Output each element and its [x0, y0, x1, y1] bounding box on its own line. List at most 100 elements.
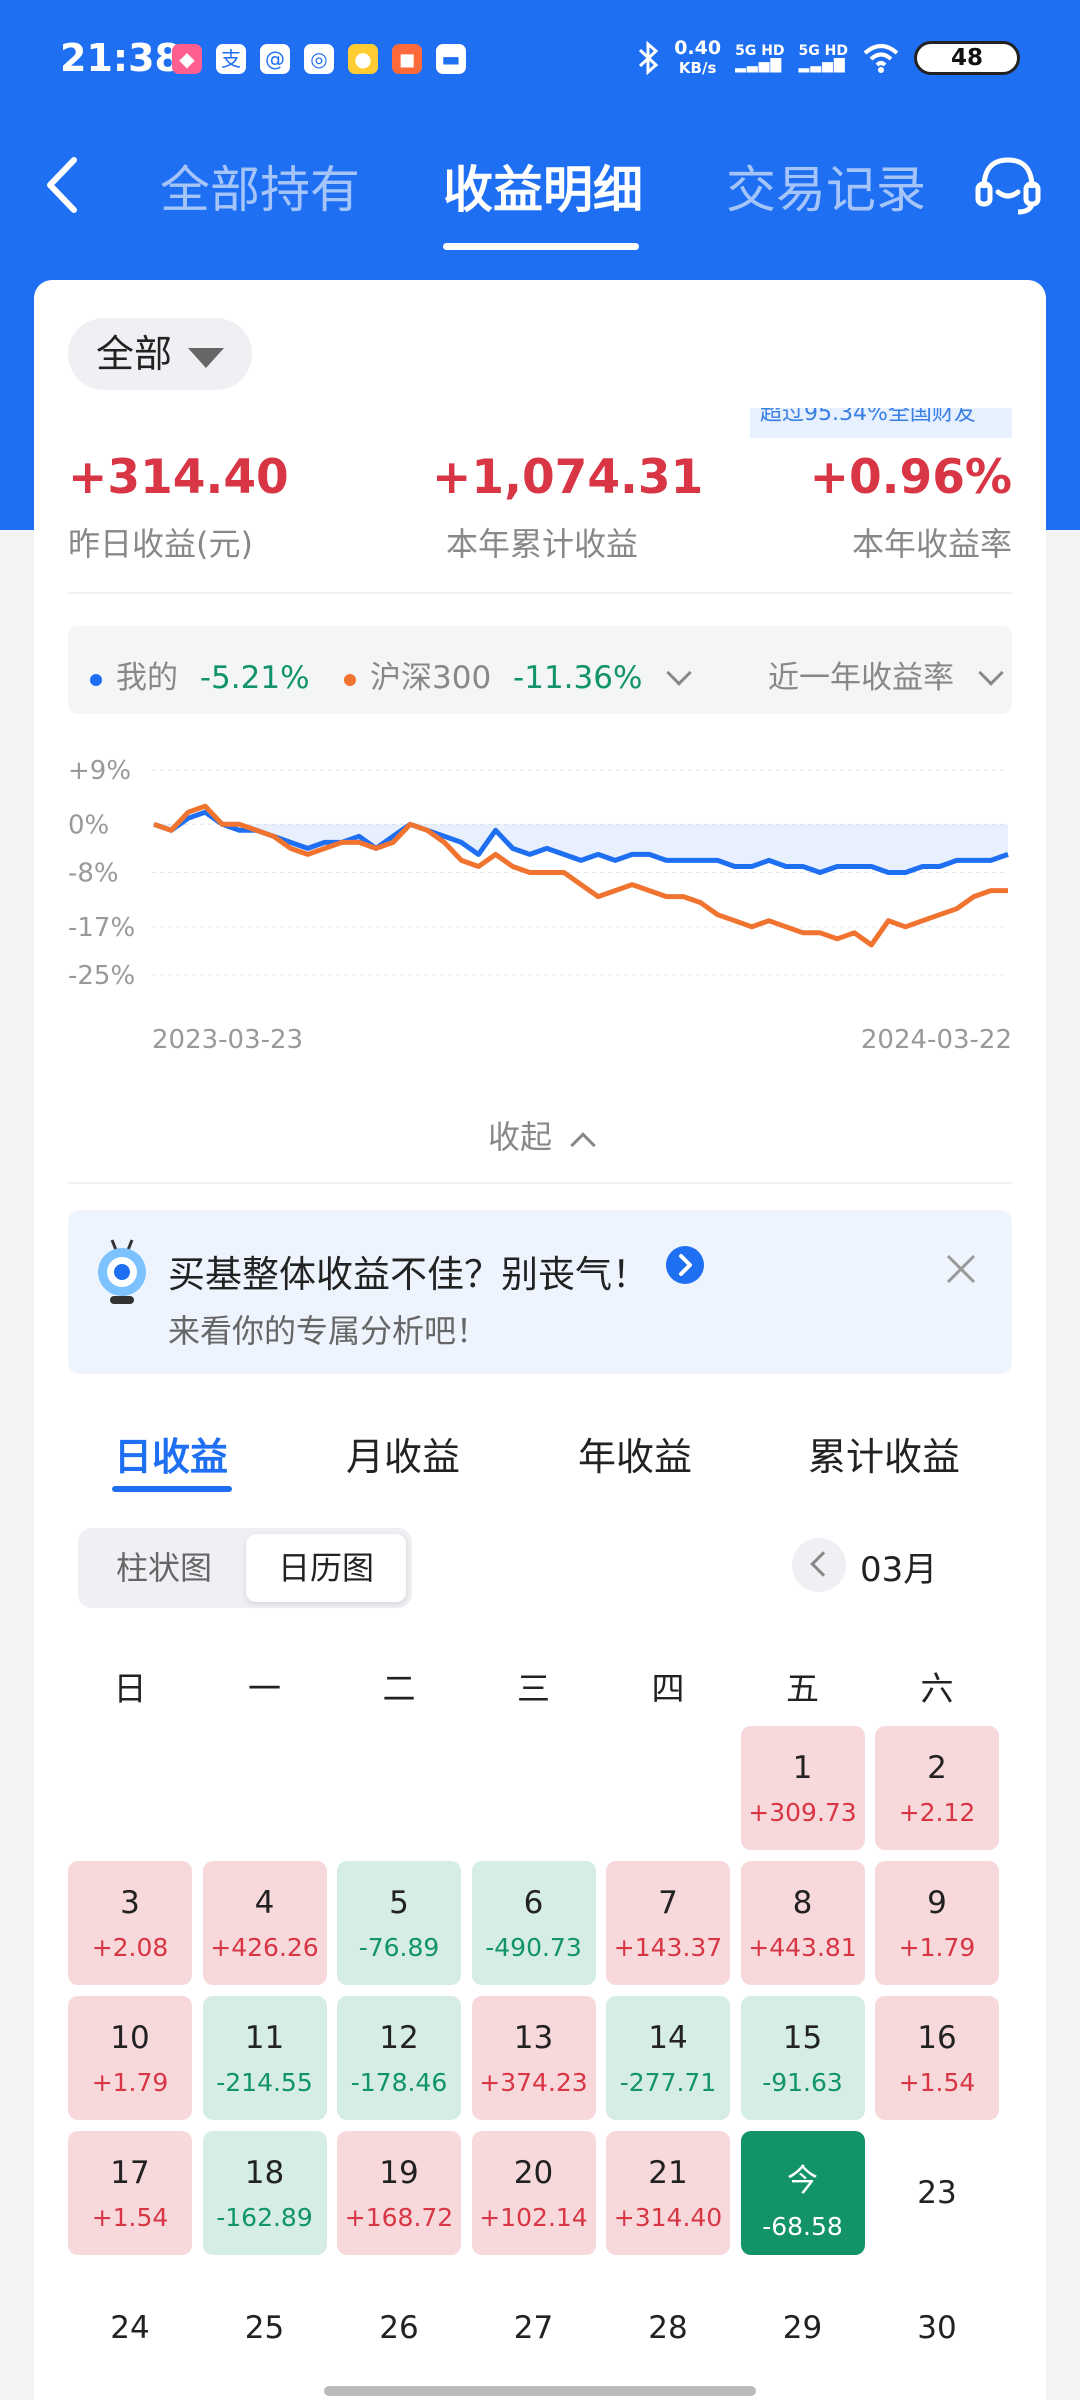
calendar-day[interactable]: 28	[606, 2266, 730, 2390]
alipay-icon: 支	[216, 44, 246, 74]
calendar-day-number: 25	[244, 2310, 285, 2346]
calendar-day-earnings: +102.14	[479, 2203, 588, 2232]
calendar-day-number: 11	[244, 2020, 285, 2056]
calendar-day-earnings: +1.79	[91, 2068, 169, 2097]
tab-cumulative-earnings[interactable]: 累计收益	[808, 1426, 960, 1481]
calendar-day[interactable]: 5 -76.89	[337, 1861, 461, 1985]
calendar-day[interactable]: 20 +102.14	[471, 2131, 596, 2255]
calendar-view-option[interactable]: 日历图	[246, 1534, 406, 1602]
status-indicators: 0.40 KB/s 5G HD ▂▃▅▇ 5G HD ▂▃▅▇ 48	[636, 38, 1020, 78]
calendar-day-earnings: -162.89	[216, 2203, 313, 2232]
app-notification-icon: ●	[348, 44, 378, 74]
calendar-day[interactable]: 17 +1.54	[68, 2131, 192, 2255]
calendar-day-number: 30	[917, 2310, 957, 2346]
calendar-day[interactable]: 12 -178.46	[337, 1996, 461, 2120]
calendar-day-number: 15	[782, 2020, 823, 2056]
calendar-day-number: 24	[110, 2310, 150, 2346]
metric-year-rate: +0.96% 本年收益率	[809, 450, 1012, 563]
previous-month-button[interactable]	[792, 1538, 846, 1592]
weekday-header: 日	[113, 1669, 147, 1708]
y-tick-label: 0%	[68, 810, 109, 840]
wifi-icon	[863, 44, 899, 73]
calendar-day[interactable]: 13 +374.23	[471, 1996, 596, 2120]
calendar-day-earnings: +1.54	[898, 2068, 976, 2097]
calendar-day[interactable]: 30	[875, 2266, 999, 2390]
weekday-header: 一	[248, 1669, 281, 1708]
calendar-day[interactable]: 8 +443.81	[740, 1861, 865, 1985]
calendar-day[interactable]: 9 +1.79	[875, 1861, 999, 1985]
calendar-day-today[interactable]: 今 -68.58	[740, 2131, 865, 2255]
calendar-day[interactable]: 19 +168.72	[337, 2131, 461, 2255]
calendar-day-earnings: -178.46	[350, 2068, 448, 2097]
calendar-day[interactable]: 16 +1.54	[875, 1996, 999, 2120]
tab-transaction-records[interactable]: 交易记录	[726, 150, 926, 222]
calendar-day[interactable]: 24	[68, 2266, 192, 2390]
calendar-day[interactable]: 15 -91.63	[740, 1996, 865, 2120]
calendar-day-earnings: -490.73	[485, 1933, 582, 1962]
close-icon[interactable]	[944, 1252, 978, 1286]
calendar-day-number: 9	[927, 1885, 947, 1921]
bar-chart-view-option[interactable]: 柱状图	[84, 1534, 244, 1602]
calendar-day-number: 29	[782, 2310, 823, 2346]
calendar-day[interactable]: 26	[337, 2266, 461, 2390]
top-navigation: 全部持有 收益明细 交易记录	[0, 130, 1080, 250]
tab-all-holdings[interactable]: 全部持有	[160, 150, 360, 222]
notification-icons: ◆ 支 @ ◎ ● ◼ ▬	[172, 44, 466, 74]
calendar-day-number: 26	[379, 2310, 419, 2346]
calendar-day[interactable]: 2 +2.12	[875, 1726, 999, 1850]
calendar-day-number: 4	[254, 1885, 275, 1921]
signal-2-icon: 5G HD ▂▃▅▇	[798, 43, 848, 73]
calendar-day[interactable]: 4 +426.26	[202, 1861, 327, 1985]
legend-dot-mine	[90, 673, 102, 686]
tab-earnings-detail[interactable]: 收益明细	[443, 150, 643, 222]
customer-service-icon[interactable]	[972, 148, 1044, 220]
calendar-day[interactable]: 1 +309.73	[740, 1726, 865, 1850]
legend-mine: 我的 -5.21%	[90, 652, 310, 697]
calendar-day[interactable]: 10 +1.79	[68, 1996, 192, 2120]
calendar-day[interactable]: 11 -214.55	[202, 1996, 327, 2120]
analysis-banner[interactable]: 买基整体收益不佳？别丧气！ 来看你的专属分析吧！	[68, 1210, 1012, 1374]
calendar-day[interactable]: 3 +2.08	[68, 1861, 192, 1985]
dropdown-triangle-icon	[188, 348, 224, 368]
calendar-day-number: 18	[244, 2155, 285, 2191]
battery-indicator: 48	[914, 41, 1020, 75]
calendar-day[interactable]: 6 -490.73	[471, 1861, 596, 1985]
calendar-day-number: 6	[523, 1885, 544, 1921]
calendar-day-earnings: +1.54	[91, 2203, 169, 2232]
chart-legend-bar: 我的 -5.21% 沪深300 -11.36% 近一年收益率	[68, 626, 1012, 714]
view-toggle: 柱状图 日历图	[78, 1528, 412, 1608]
app-notification-icon: ◎	[304, 44, 334, 74]
calendar-day[interactable]: 25	[203, 2266, 327, 2390]
calendar-day[interactable]: 18 -162.89	[202, 2131, 327, 2255]
calendar-day[interactable]: 14 -277.71	[606, 1996, 730, 2120]
tab-daily-earnings[interactable]: 日收益	[114, 1426, 228, 1481]
home-indicator	[324, 2386, 756, 2396]
back-arrow-icon[interactable]	[36, 150, 96, 220]
calendar-day[interactable]: 27	[472, 2266, 596, 2390]
calendar-day-number: 13	[513, 2020, 554, 2056]
divider	[68, 592, 1012, 594]
tab-yearly-earnings[interactable]: 年收益	[578, 1426, 692, 1481]
calendar-day-number: 28	[648, 2310, 688, 2346]
month-label: 03月	[860, 1550, 938, 1590]
arrow-right-icon[interactable]	[666, 1246, 704, 1284]
tab-monthly-earnings[interactable]: 月收益	[346, 1426, 460, 1481]
banner-subtitle: 来看你的专属分析吧！	[168, 1312, 489, 1350]
calendar-day-number: 5	[389, 1885, 409, 1921]
calendar-day[interactable]: 21 +314.40	[606, 2131, 730, 2255]
calendar-day[interactable]: 23	[875, 2131, 999, 2255]
calendar-day[interactable]: 7 +143.37	[606, 1861, 730, 1985]
return-line-chart: +9% 0% -8% -17% -25% 2023-03-23 2024-03-22	[68, 756, 1012, 1055]
metric-yesterday: +314.40 昨日收益(元)	[68, 450, 289, 563]
legend-benchmark-selector[interactable]: 沪深300 -11.36%	[344, 652, 693, 697]
calendar-day-number: 21	[648, 2155, 688, 2191]
calendar-day-earnings: -91.63	[762, 2068, 843, 2097]
collapse-toggle[interactable]: 收起	[34, 1112, 1046, 1158]
period-selector[interactable]: 近一年收益率	[768, 652, 1004, 697]
calendar-day-earnings: -214.55	[216, 2068, 313, 2097]
x-start-label: 2023-03-23	[152, 1025, 303, 1055]
bluetooth-icon	[639, 41, 659, 75]
holding-filter-dropdown[interactable]: 全部	[68, 318, 252, 390]
calendar-day[interactable]: 29	[741, 2266, 865, 2390]
calendar-day-earnings: +443.81	[748, 1933, 857, 1962]
